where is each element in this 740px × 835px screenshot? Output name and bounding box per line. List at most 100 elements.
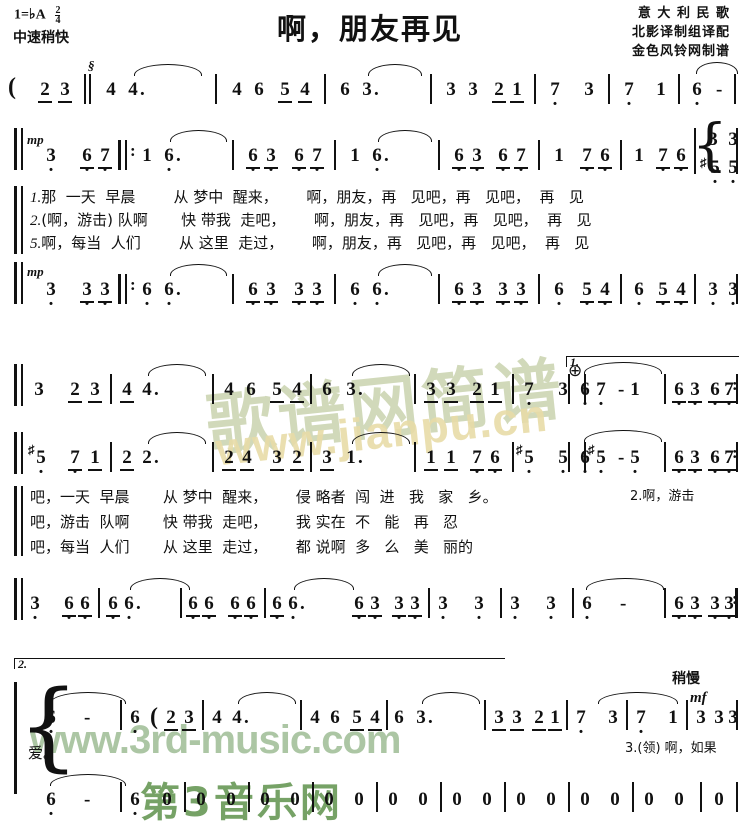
note: 6. bbox=[108, 593, 118, 624]
note: 4 bbox=[212, 707, 222, 728]
note: 0 bbox=[644, 789, 654, 810]
note: 3. bbox=[30, 593, 40, 624]
note: 6. bbox=[350, 279, 360, 310]
credit-line-1: 北影译制组译配 bbox=[631, 25, 730, 40]
note: 4 bbox=[370, 707, 380, 728]
note: 6. bbox=[634, 279, 644, 310]
note: 3. bbox=[472, 279, 482, 310]
note: 0 bbox=[516, 789, 526, 810]
note: 2 bbox=[40, 79, 50, 100]
note: 7. bbox=[636, 707, 646, 738]
second-ending-bracket: 2. bbox=[14, 657, 505, 671]
note: 3 bbox=[696, 707, 706, 728]
page-title: 啊，朋友再见 bbox=[276, 12, 463, 46]
note: 4 bbox=[300, 79, 310, 100]
coda-sign: ⊕ bbox=[568, 361, 583, 380]
note: 0 bbox=[714, 789, 724, 810]
note: 3. bbox=[312, 279, 322, 310]
note: 0 bbox=[162, 789, 172, 810]
note: 6. bbox=[674, 379, 684, 410]
note: 0 bbox=[260, 789, 270, 810]
note: 2 bbox=[122, 447, 132, 468]
note: 4 bbox=[242, 447, 252, 468]
verse-cue-3: 3.(领) 啊，如果 bbox=[625, 741, 717, 756]
note: 5. bbox=[710, 157, 720, 188]
note: 5 bbox=[272, 379, 282, 400]
note: 0 bbox=[546, 789, 556, 810]
note: 6. bbox=[498, 145, 508, 176]
note: 3 bbox=[708, 129, 718, 150]
note: 6. bbox=[64, 593, 74, 624]
note: 2 bbox=[534, 707, 544, 728]
note: 1 bbox=[554, 145, 564, 166]
dynamic-mp: mp bbox=[27, 132, 44, 147]
note: 1 bbox=[350, 145, 360, 166]
lyric-line: 吧，每当 人们 从 这里 走过， 都 说啊 多 么 美 丽的 bbox=[30, 536, 473, 558]
note: 1 bbox=[346, 447, 356, 468]
note: 7. bbox=[70, 447, 80, 478]
note: 4 bbox=[128, 79, 138, 100]
note: 3. bbox=[690, 447, 700, 478]
tempo-slower: 稍慢 bbox=[672, 671, 700, 687]
note: 3 bbox=[446, 379, 456, 400]
note: 0 bbox=[418, 789, 428, 810]
note: 4. bbox=[676, 279, 686, 310]
note: 3 bbox=[90, 379, 100, 400]
note: 1 bbox=[142, 145, 152, 166]
note: 7. bbox=[658, 145, 668, 176]
lyric-line: 1.那 一天 早晨 从 梦中 醒来， 啊，朋友，再 见吧，再 见吧， 再 见 bbox=[30, 186, 584, 209]
note: 6. bbox=[580, 379, 590, 410]
note: 6. bbox=[294, 145, 304, 176]
note: 3. bbox=[510, 593, 520, 624]
credits: 意 大 利 民 歌 北影译制组译配 金色风铃网制谱 bbox=[632, 4, 730, 61]
note: 6. bbox=[248, 145, 258, 176]
note: 4 bbox=[232, 707, 242, 728]
dynamic-mp: mp bbox=[27, 264, 44, 279]
note: 6. bbox=[674, 447, 684, 478]
note: 1 bbox=[512, 79, 522, 100]
note: 4 bbox=[292, 379, 302, 400]
note: 7. bbox=[100, 145, 110, 176]
note: 6. bbox=[204, 593, 214, 624]
note: 6 bbox=[330, 707, 340, 728]
note: 4 bbox=[310, 707, 320, 728]
lyric-line: 5.啊，每当 人们 从 这里 走过， 啊，朋友，再 见吧，再 见吧， 再 见 bbox=[30, 232, 589, 255]
note: 3. bbox=[498, 279, 508, 310]
note: 6 bbox=[340, 79, 350, 100]
credit-line-2: 金色风铃网制谱 bbox=[631, 44, 730, 59]
note: 3 bbox=[468, 79, 478, 100]
note: 3. bbox=[690, 593, 700, 624]
note: 5. bbox=[524, 447, 534, 478]
note: 6. bbox=[130, 789, 140, 820]
note: 6. bbox=[246, 593, 256, 624]
lyric-text: 吧，一天 早晨 从 梦中 醒来， 侵 略者 闯 进 我 家 乡。 bbox=[30, 488, 498, 506]
note: 3. bbox=[294, 279, 304, 310]
note: 0 bbox=[674, 789, 684, 810]
note: 7. bbox=[312, 145, 322, 176]
note: 5 bbox=[352, 707, 362, 728]
sheet-music-page: 歌谱网简谱 www.jianpu.cn www.3rd-music.com 第3… bbox=[0, 0, 740, 835]
note: 6. bbox=[674, 593, 684, 624]
note: 6. bbox=[46, 707, 56, 738]
lyric-line: 2.(啊，游击) 队啊 快 带我 走吧， 啊，朋友，再 见吧，再 见吧， 再 见 bbox=[30, 209, 591, 232]
note: 3. bbox=[394, 593, 404, 624]
note: 0 bbox=[354, 789, 364, 810]
note: 0 bbox=[482, 789, 492, 810]
note: 6. bbox=[676, 145, 686, 176]
note: 3 bbox=[34, 379, 44, 400]
note: 2 bbox=[472, 379, 482, 400]
note: 3. bbox=[266, 279, 276, 310]
note: 2 bbox=[494, 79, 504, 100]
note: 3. bbox=[410, 593, 420, 624]
note: 6. bbox=[490, 447, 500, 478]
segno-sign: § bbox=[88, 58, 95, 73]
note: 3. bbox=[46, 145, 56, 176]
note: 0 bbox=[324, 789, 334, 810]
note: 6. bbox=[372, 279, 382, 310]
note: 7. bbox=[624, 79, 634, 110]
note: 3. bbox=[370, 593, 380, 624]
open-paren: ( bbox=[8, 74, 16, 100]
note: 3 bbox=[728, 707, 738, 728]
note: 3 bbox=[322, 447, 332, 468]
note: 6. bbox=[164, 145, 174, 176]
